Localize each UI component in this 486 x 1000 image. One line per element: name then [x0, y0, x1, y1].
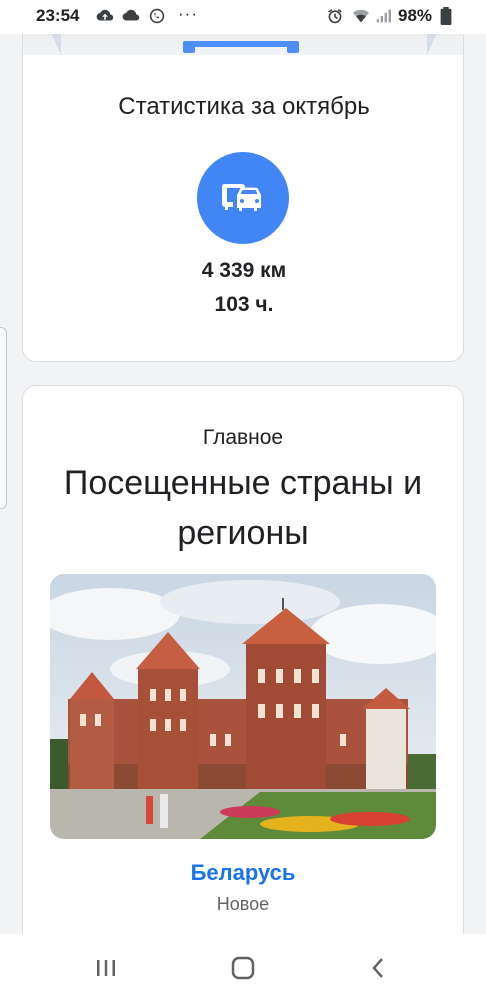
stats-title: Статистика за октябрь — [118, 93, 370, 120]
section-heading: Посещенные страны и регионы — [63, 464, 423, 552]
map-road — [427, 34, 445, 55]
battery-icon — [440, 7, 452, 25]
recents-icon[interactable] — [86, 948, 126, 988]
status-bar: 23:54 ··· 98% — [0, 0, 486, 34]
edge-panel-handle[interactable] — [0, 327, 7, 509]
visited-countries-card[interactable]: Главное Посещенные страны и регионы Бела… — [22, 385, 464, 934]
section-label: Главное — [202, 426, 284, 449]
more-notifications-icon: ··· — [178, 4, 198, 23]
alarm-icon — [328, 8, 342, 24]
cloud-upload-icon — [96, 9, 114, 21]
map-preview[interactable] — [23, 34, 463, 55]
stats-hours: 103 ч. — [214, 293, 274, 316]
status-time: 23:54 — [36, 6, 80, 25]
route-line — [183, 41, 299, 53]
castle-photo[interactable] — [50, 574, 436, 839]
whatsapp-icon — [149, 8, 165, 24]
home-icon[interactable] — [223, 948, 263, 988]
battery-percent: 98% — [398, 6, 433, 25]
back-icon[interactable] — [358, 948, 398, 988]
country-name-link[interactable]: Беларусь — [23, 860, 463, 886]
signal-icon — [376, 9, 391, 23]
stats-distance: 4 339 км — [201, 259, 287, 282]
system-nav-bar — [0, 934, 486, 1000]
cloud-icon — [122, 9, 140, 21]
country-status: Новое — [216, 894, 270, 914]
driving-car-icon — [197, 152, 289, 244]
map-road — [43, 34, 61, 55]
wifi-icon — [353, 9, 369, 23]
monthly-stats-card[interactable]: Статистика за октябрь 4 339 км 103 ч. — [22, 34, 464, 362]
timeline-feed[interactable]: Статистика за октябрь 4 339 км 103 ч. Гл… — [0, 34, 486, 934]
